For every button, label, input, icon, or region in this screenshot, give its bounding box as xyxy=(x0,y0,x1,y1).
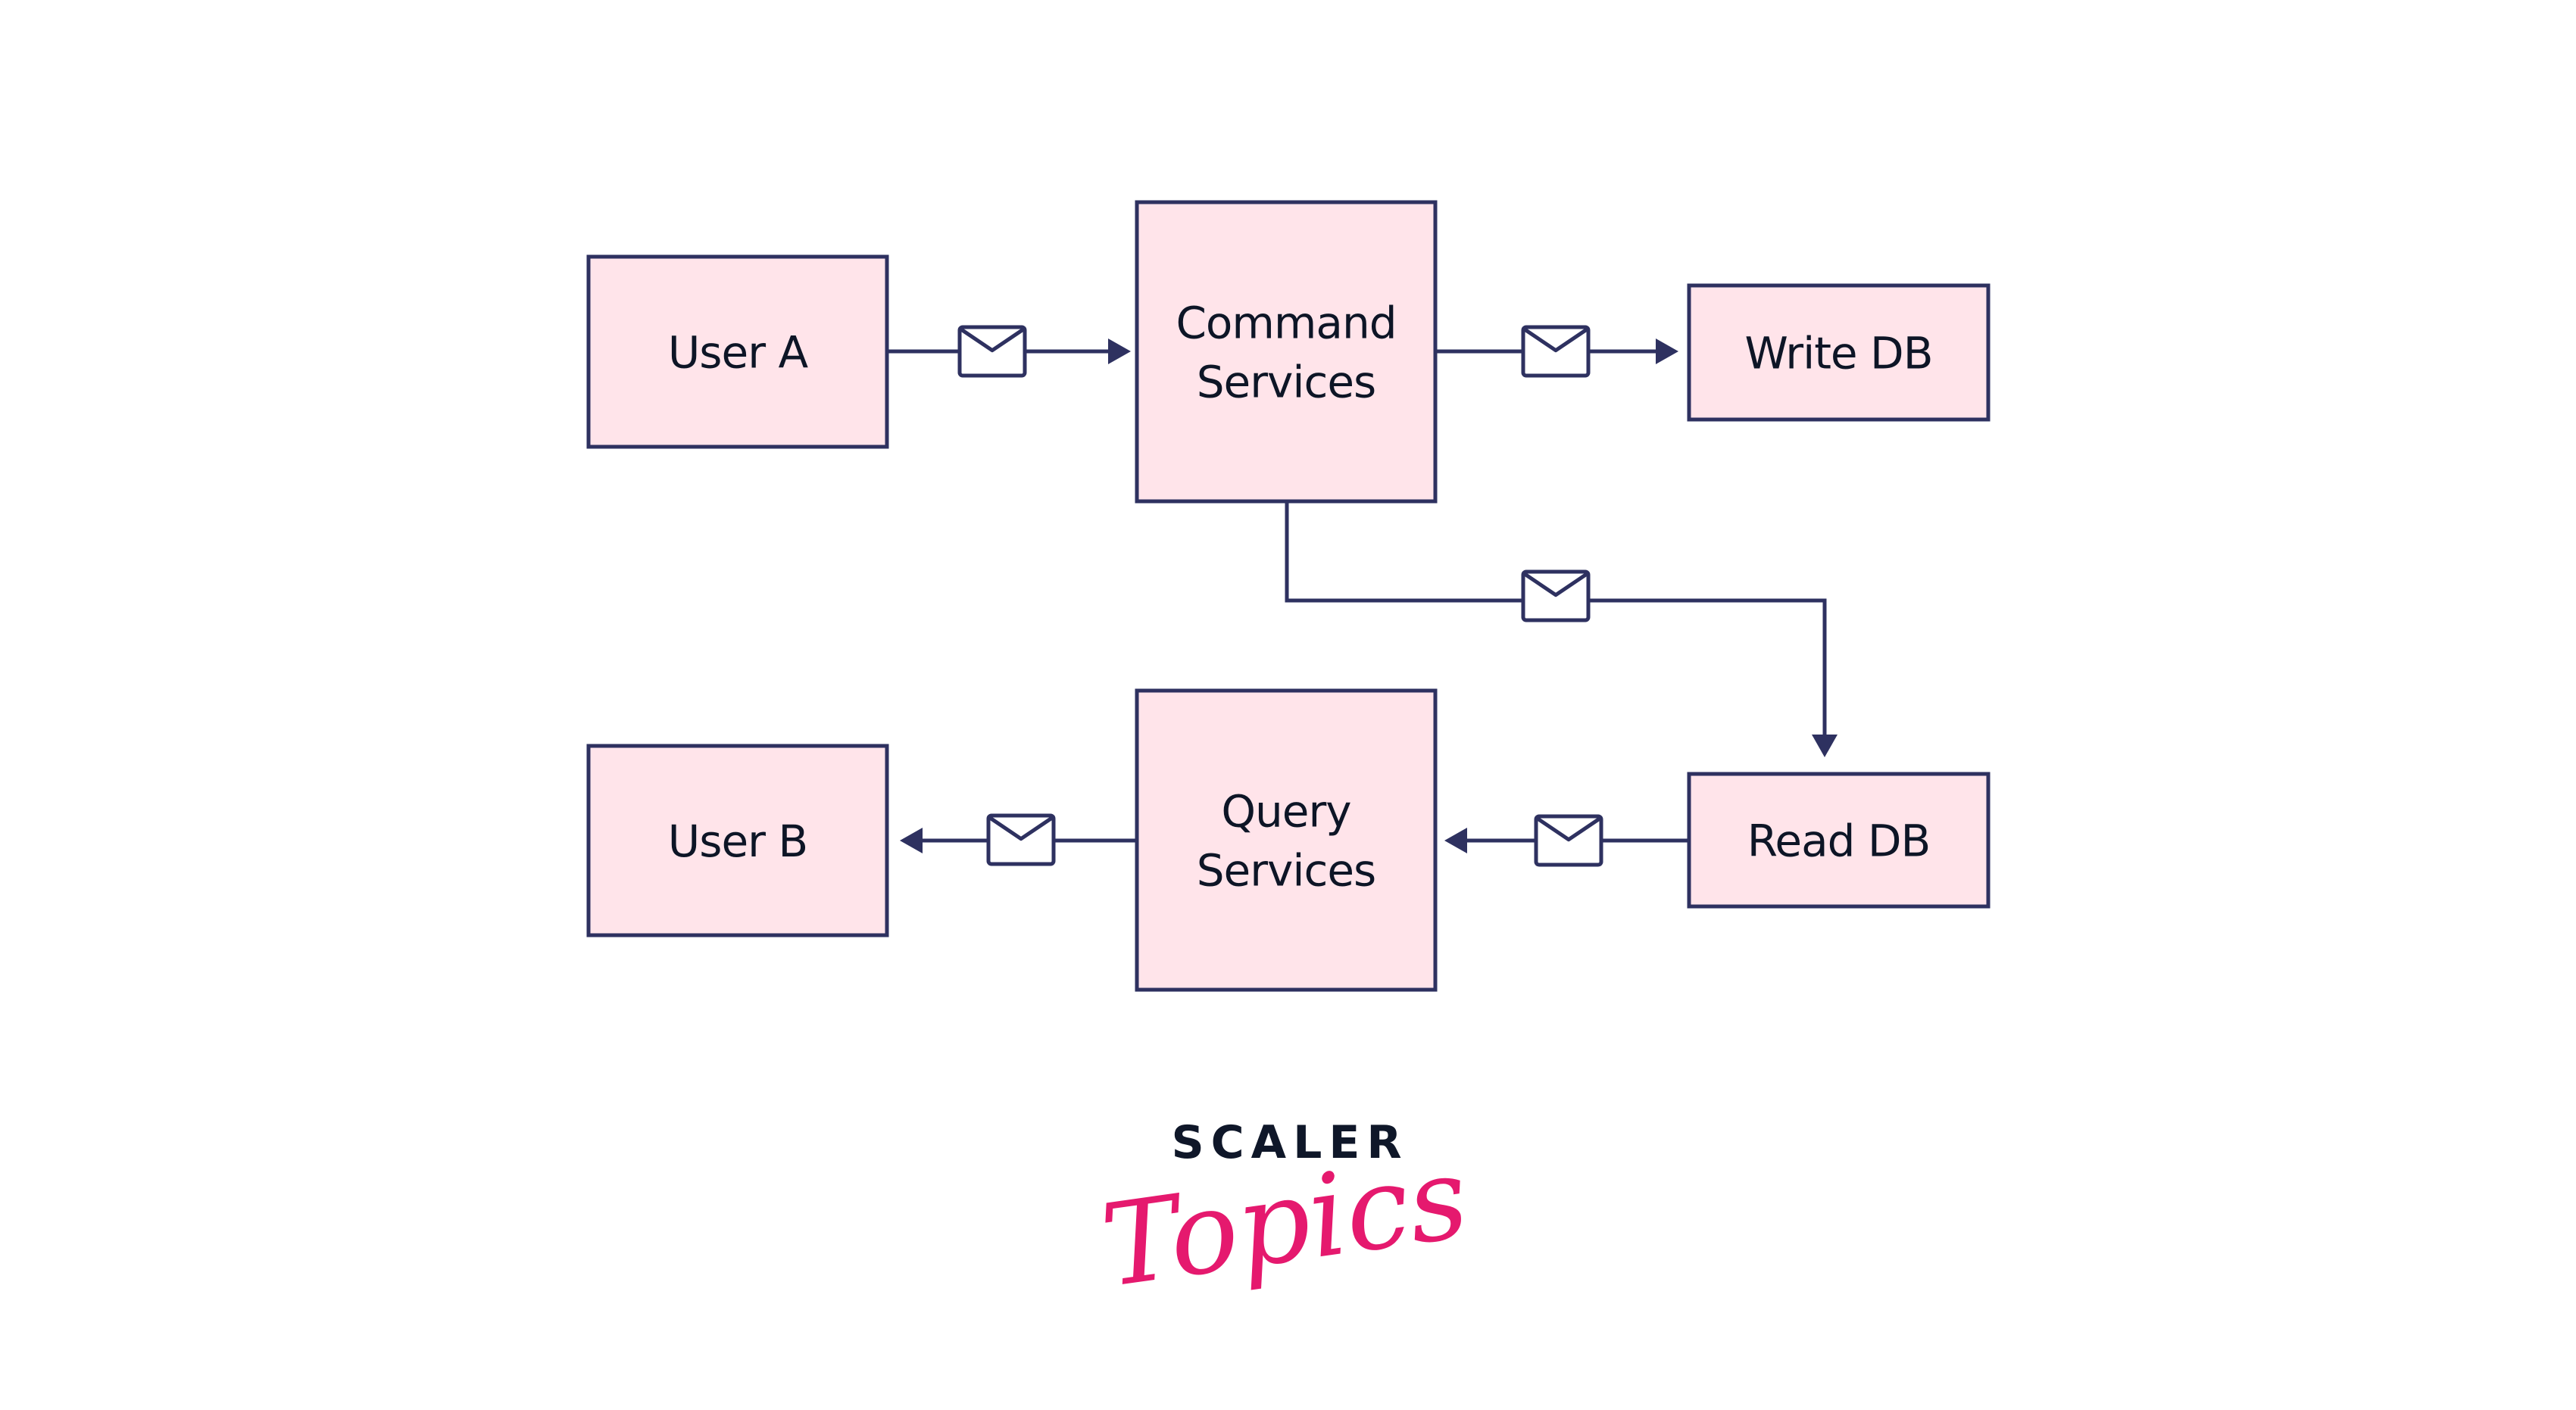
arrowhead-right-icon xyxy=(1656,338,1678,364)
logo-topics-text: Topics xyxy=(1094,1131,1475,1313)
node-label-line: Services xyxy=(1197,845,1376,897)
edge-user-a-to-command-services xyxy=(888,325,1131,378)
node-label-line: User B xyxy=(668,816,807,867)
node-query-services: Query Services xyxy=(1135,688,1438,992)
envelope-icon xyxy=(957,325,1027,378)
arrowhead-left-icon xyxy=(1444,828,1467,853)
arrowhead-down-icon xyxy=(1812,735,1838,757)
node-user-b: User B xyxy=(586,744,889,937)
node-label: User A xyxy=(668,327,809,379)
envelope-icon xyxy=(1521,325,1591,378)
arrowhead-right-icon xyxy=(1108,338,1131,364)
node-command-services: Command Services xyxy=(1135,200,1438,504)
envelope-icon xyxy=(1534,814,1603,867)
node-label: User B xyxy=(668,816,807,867)
cqrs-diagram: User A Command Services Write DB Read DB Quer… xyxy=(586,200,1991,1313)
node-label-line: Services xyxy=(1197,357,1376,408)
envelope-icon xyxy=(1521,569,1591,622)
scaler-topics-logo: SCALER Topics xyxy=(1094,1116,1475,1313)
node-write-db: Write DB xyxy=(1687,283,1991,422)
node-read-db: Read DB xyxy=(1687,772,1991,909)
node-label-line: Command xyxy=(1176,298,1396,349)
edge-command-services-to-write-db xyxy=(1437,325,1678,378)
node-label-line: Write DB xyxy=(1744,328,1932,379)
node-user-a: User A xyxy=(586,254,889,449)
node-box xyxy=(1135,688,1438,992)
node-label-line: Read DB xyxy=(1747,816,1931,867)
node-label-line: Query xyxy=(1221,786,1350,838)
envelope-icon xyxy=(986,813,1056,866)
node-label-line: User A xyxy=(668,327,809,379)
edge-query-services-to-user-b xyxy=(900,813,1135,866)
edge-read-db-to-query-services xyxy=(1444,814,1688,867)
node-label: Write DB xyxy=(1744,328,1932,379)
node-label: Read DB xyxy=(1747,816,1931,867)
node-box xyxy=(1135,200,1438,504)
arrowhead-left-icon xyxy=(900,828,923,853)
